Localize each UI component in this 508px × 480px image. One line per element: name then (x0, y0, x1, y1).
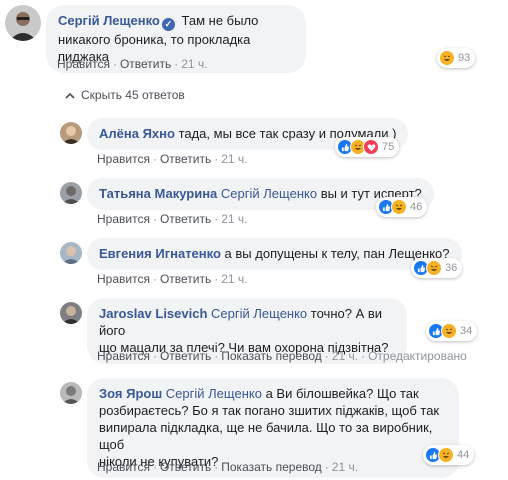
avatar[interactable] (5, 5, 41, 41)
hide-replies-label: Скрыть 45 ответов (81, 88, 185, 102)
avatar[interactable] (60, 242, 82, 264)
show-translation-button[interactable]: Показать перевод (221, 349, 322, 363)
reactions-summary[interactable]: 36 (411, 258, 463, 278)
comment-actions: Нравится · Ответить · 21 ч. (97, 212, 248, 226)
verified-badge-icon: ✓ (161, 18, 175, 31)
comment-actions: Нравится · Ответить · 21 ч. (97, 272, 248, 286)
comment-author[interactable]: Сергій Лещенко (58, 13, 160, 28)
timestamp[interactable]: 21 ч. (181, 57, 207, 71)
hide-replies-button[interactable]: Скрыть 45 ответов (65, 88, 185, 102)
haha-reaction-icon (391, 199, 407, 215)
haha-reaction-icon (439, 50, 455, 66)
comment-actions: Нравится · Ответить · 21 ч. (97, 152, 248, 166)
comment-author[interactable]: Евгения Игнатенко (99, 246, 221, 261)
comment-actions: Нравится · Ответить · Показать перевод · 21 ч. (97, 460, 359, 474)
reactions-count: 93 (458, 52, 471, 64)
reactions-count: 46 (410, 201, 423, 213)
avatar[interactable] (60, 382, 82, 404)
reactions-summary[interactable]: 44 (423, 445, 475, 465)
mention-link[interactable]: Сергій Лещенко (166, 386, 262, 401)
edited-label[interactable]: Отредактировано (368, 349, 467, 363)
chevron-up-icon (65, 92, 75, 99)
mention-link[interactable]: Сергій Лещенко (211, 306, 307, 321)
mention-link[interactable]: Сергій Лещенко (221, 186, 317, 201)
reply-button[interactable]: Ответить (160, 212, 211, 226)
like-button[interactable]: Нравится (97, 272, 150, 286)
reply-button[interactable]: Ответить (160, 349, 211, 363)
comment-text: випирала підкладка, ще не бачила. Що то … (99, 420, 433, 452)
haha-reaction-icon (438, 447, 454, 463)
reactions-count: 44 (457, 449, 470, 461)
timestamp[interactable]: 21 ч. (221, 272, 247, 286)
reply-button[interactable]: Ответить (160, 152, 211, 166)
like-button[interactable]: Нравится (97, 349, 150, 363)
comment-text: а Ви білошвейка? Що так (265, 386, 419, 401)
reactions-summary[interactable]: 75 (335, 137, 400, 157)
haha-reaction-icon (441, 323, 457, 339)
reply-button[interactable]: Ответить (160, 460, 211, 474)
avatar[interactable] (60, 122, 82, 144)
reactions-summary[interactable]: 46 (376, 197, 428, 217)
haha-reaction-icon (426, 260, 442, 276)
reply-button[interactable]: Ответить (120, 57, 171, 71)
comment-bubble: Евгения Игнатенко а вы допущены к телу, … (87, 238, 462, 270)
timestamp[interactable]: 21 ч. (332, 349, 358, 363)
like-button[interactable]: Нравится (97, 460, 150, 474)
timestamp[interactable]: 21 ч. (332, 460, 358, 474)
timestamp[interactable]: 21 ч. (221, 212, 247, 226)
comment-author[interactable]: Jaroslav Lisevich (99, 306, 207, 321)
reactions-summary[interactable]: 93 (437, 48, 476, 68)
like-button[interactable]: Нравится (97, 152, 150, 166)
comment-author[interactable]: Татьяна Макурина (99, 186, 217, 201)
comment-author[interactable]: Зоя Ярош (99, 386, 162, 401)
avatar[interactable] (60, 302, 82, 324)
reactions-count: 75 (382, 141, 395, 153)
reactions-count: 34 (460, 325, 473, 337)
love-reaction-icon (363, 139, 379, 155)
reply-button[interactable]: Ответить (160, 272, 211, 286)
like-button[interactable]: Нравится (57, 57, 110, 71)
reactions-summary[interactable]: 34 (426, 321, 478, 341)
comment-text: розбираєтесь? Бо я так погано зшитих під… (99, 403, 440, 418)
like-button[interactable]: Нравится (97, 212, 150, 226)
timestamp[interactable]: 21 ч. (221, 152, 247, 166)
comment-author[interactable]: Алёна Яхно (99, 126, 175, 141)
comment-actions: Нравится · Ответить · 21 ч. (57, 57, 208, 71)
comment-actions: Нравится · Ответить · Показать перевод · 21 ч.… (97, 349, 467, 363)
reactions-count: 36 (445, 262, 458, 274)
show-translation-button[interactable]: Показать перевод (221, 460, 322, 474)
avatar[interactable] (60, 182, 82, 204)
